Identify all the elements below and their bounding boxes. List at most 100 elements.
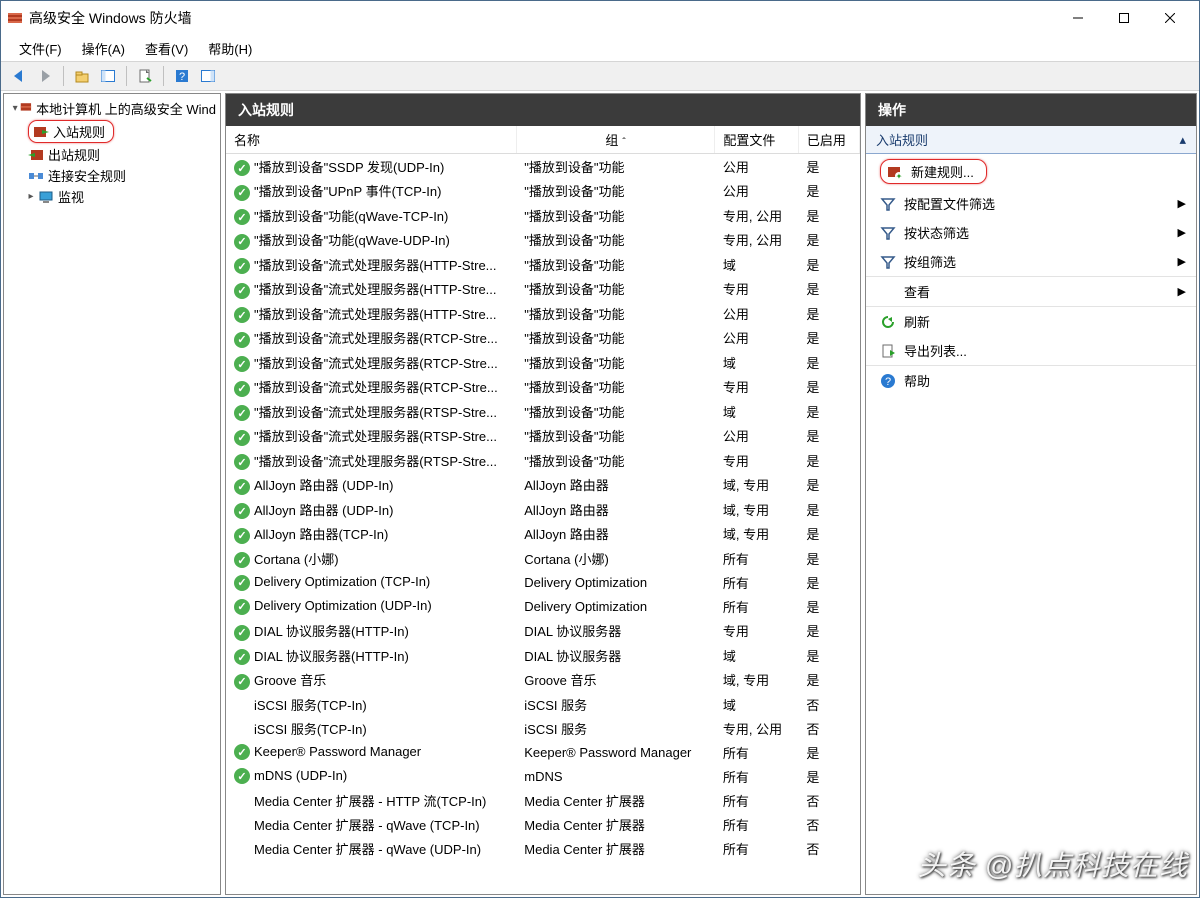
rule-enabled: 否	[798, 812, 859, 836]
filter-icon	[880, 254, 896, 270]
table-row[interactable]: ✓Groove 音乐Groove 音乐域, 专用是	[226, 668, 860, 693]
nav-forward-button[interactable]	[33, 64, 57, 88]
table-row[interactable]: ✓Keeper® Password ManagerKeeper® Passwor…	[226, 740, 860, 764]
rule-enabled: 是	[798, 375, 859, 400]
column-header-group[interactable]: 组ˆ	[516, 126, 715, 154]
rule-profile: 专用, 公用	[715, 716, 799, 740]
tree-outbound-rules[interactable]: 出站规则	[4, 144, 220, 165]
tree-connsec-label: 连接安全规则	[48, 166, 126, 185]
table-row[interactable]: ✓DIAL 协议服务器(HTTP-In)DIAL 协议服务器专用是	[226, 619, 860, 644]
rules-horizontal-scrollbar[interactable]	[226, 877, 860, 894]
tree-horizontal-scrollbar[interactable]	[4, 877, 220, 894]
action-help[interactable]: ? 帮助	[866, 365, 1196, 395]
tree-root[interactable]: ▾ 本地计算机 上的高级安全 Wind	[4, 98, 220, 119]
rule-name: DIAL 协议服务器(HTTP-In)	[254, 624, 409, 639]
action-view[interactable]: 查看 ▶	[866, 276, 1196, 306]
tree-connection-security[interactable]: 连接安全规则	[4, 165, 220, 186]
rule-enabled: 是	[798, 473, 859, 498]
rule-enabled-icon: ✓	[234, 552, 250, 568]
tree-inbound-rules[interactable]: 入站规则	[4, 119, 220, 144]
column-header-enabled[interactable]: 已启用	[798, 126, 859, 154]
table-row[interactable]: ✓"播放到设备"SSDP 发现(UDP-In)"播放到设备"功能公用是	[226, 154, 860, 179]
table-row[interactable]: ✓"播放到设备"流式处理服务器(RTCP-Stre..."播放到设备"功能专用是	[226, 375, 860, 400]
table-row[interactable]: ✓DIAL 协议服务器(HTTP-In)DIAL 协议服务器域是	[226, 643, 860, 668]
menubar: 文件(F) 操作(A) 查看(V) 帮助(H)	[1, 35, 1199, 61]
action-refresh[interactable]: 刷新	[866, 306, 1196, 336]
column-header-name[interactable]: 名称	[226, 126, 516, 154]
rule-profile: 专用	[715, 277, 799, 302]
rule-enabled: 是	[798, 619, 859, 644]
table-row[interactable]: ✓"播放到设备"功能(qWave-UDP-In)"播放到设备"功能专用, 公用是	[226, 228, 860, 253]
table-row[interactable]: ✓"播放到设备"功能(qWave-TCP-In)"播放到设备"功能专用, 公用是	[226, 203, 860, 228]
rule-enabled: 是	[798, 154, 859, 179]
rule-enabled-icon: ✓	[234, 283, 250, 299]
table-row[interactable]: Media Center 扩展器 - HTTP 流(TCP-In)Media C…	[226, 788, 860, 812]
help-button[interactable]: ?	[170, 64, 194, 88]
rule-name: "播放到设备"功能(qWave-TCP-In)	[254, 209, 448, 224]
column-header-profile[interactable]: 配置文件	[715, 126, 799, 154]
table-row[interactable]: Media Center 扩展器 - qWave (TCP-In)Media C…	[226, 812, 860, 836]
action-refresh-label: 刷新	[904, 312, 930, 331]
table-row[interactable]: ✓AllJoyn 路由器 (UDP-In)AllJoyn 路由器域, 专用是	[226, 473, 860, 498]
rule-name: AllJoyn 路由器 (UDP-In)	[254, 503, 393, 518]
rules-list[interactable]: 名称 组ˆ 配置文件 已启用 ✓"播放到设备"SSDP 发现(UDP-In)"播…	[226, 126, 860, 877]
action-filter-state[interactable]: 按状态筛选 ▶	[866, 218, 1196, 247]
table-row[interactable]: ✓"播放到设备"流式处理服务器(RTCP-Stre..."播放到设备"功能域是	[226, 350, 860, 375]
rule-name: Cortana (小娜)	[254, 552, 339, 567]
show-hide-action-button[interactable]	[196, 64, 220, 88]
nav-back-button[interactable]	[7, 64, 31, 88]
menu-file[interactable]: 文件(F)	[9, 36, 72, 61]
export-list-button[interactable]	[133, 64, 157, 88]
action-filter-group[interactable]: 按组筛选 ▶	[866, 247, 1196, 276]
table-row[interactable]: ✓"播放到设备"流式处理服务器(RTSP-Stre..."播放到设备"功能域是	[226, 399, 860, 424]
table-row[interactable]: ✓"播放到设备"流式处理服务器(HTTP-Stre..."播放到设备"功能公用是	[226, 301, 860, 326]
rule-group: Media Center 扩展器	[516, 788, 715, 812]
table-row[interactable]: iSCSI 服务(TCP-In)iSCSI 服务域否	[226, 692, 860, 716]
action-new-rule[interactable]: ✦ 新建规则...	[866, 154, 1196, 189]
menu-help[interactable]: 帮助(H)	[198, 36, 262, 61]
menu-action[interactable]: 操作(A)	[72, 36, 135, 61]
rule-name: "播放到设备"流式处理服务器(RTCP-Stre...	[254, 380, 498, 395]
table-row[interactable]: ✓"播放到设备"流式处理服务器(HTTP-Stre..."播放到设备"功能专用是	[226, 277, 860, 302]
table-row[interactable]: ✓"播放到设备"流式处理服务器(HTTP-Stre..."播放到设备"功能域是	[226, 252, 860, 277]
menu-view[interactable]: 查看(V)	[135, 36, 198, 61]
table-row[interactable]: ✓AllJoyn 路由器(TCP-In)AllJoyn 路由器域, 专用是	[226, 522, 860, 547]
action-view-label: 查看	[904, 282, 930, 301]
rule-profile: 公用	[715, 326, 799, 351]
chevron-right-icon: ▶	[1178, 255, 1186, 268]
table-row[interactable]: ✓"播放到设备"流式处理服务器(RTCP-Stre..."播放到设备"功能公用是	[226, 326, 860, 351]
workspace: ▾ 本地计算机 上的高级安全 Wind 入站规则 出站规则	[1, 91, 1199, 897]
action-pane-title: 操作	[866, 94, 1196, 126]
table-row[interactable]: iSCSI 服务(TCP-In)iSCSI 服务专用, 公用否	[226, 716, 860, 740]
table-row[interactable]: ✓AllJoyn 路由器 (UDP-In)AllJoyn 路由器域, 专用是	[226, 497, 860, 522]
table-row[interactable]: ✓Cortana (小娜)Cortana (小娜)所有是	[226, 546, 860, 571]
rule-enabled: 是	[798, 326, 859, 351]
table-row[interactable]: ✓"播放到设备"UPnP 事件(TCP-In)"播放到设备"功能公用是	[226, 179, 860, 204]
table-row[interactable]: ✓"播放到设备"流式处理服务器(RTSP-Stre..."播放到设备"功能专用是	[226, 448, 860, 473]
minimize-button[interactable]	[1055, 3, 1101, 33]
new-rule-icon: ✦	[887, 164, 903, 180]
close-button[interactable]	[1147, 3, 1193, 33]
collapse-icon[interactable]: ▴	[1179, 132, 1186, 148]
rule-group: "播放到设备"功能	[516, 448, 715, 473]
table-row[interactable]: ✓"播放到设备"流式处理服务器(RTSP-Stre..."播放到设备"功能公用是	[226, 424, 860, 449]
rule-group: "播放到设备"功能	[516, 326, 715, 351]
show-hide-tree-button[interactable]	[96, 64, 120, 88]
rule-enabled-icon: ✓	[234, 599, 250, 615]
action-export[interactable]: 导出列表...	[866, 336, 1196, 365]
rule-enabled: 否	[798, 692, 859, 716]
rule-enabled: 否	[798, 788, 859, 812]
up-button[interactable]	[70, 64, 94, 88]
rule-enabled: 是	[798, 277, 859, 302]
rule-enabled: 是	[798, 203, 859, 228]
rule-group: DIAL 协议服务器	[516, 643, 715, 668]
table-row[interactable]: ✓Delivery Optimization (UDP-In)Delivery …	[226, 595, 860, 619]
table-row[interactable]: ✓mDNS (UDP-In)mDNS所有是	[226, 764, 860, 788]
table-row[interactable]: Media Center 扩展器 - qWave (UDP-In)Media C…	[226, 836, 860, 860]
action-export-label: 导出列表...	[904, 341, 967, 360]
maximize-button[interactable]	[1101, 3, 1147, 33]
rule-name: iSCSI 服务(TCP-In)	[254, 698, 367, 713]
tree-monitoring[interactable]: ▸ 监视	[4, 186, 220, 207]
action-filter-profile[interactable]: 按配置文件筛选 ▶	[866, 189, 1196, 218]
table-row[interactable]: ✓Delivery Optimization (TCP-In)Delivery …	[226, 571, 860, 595]
